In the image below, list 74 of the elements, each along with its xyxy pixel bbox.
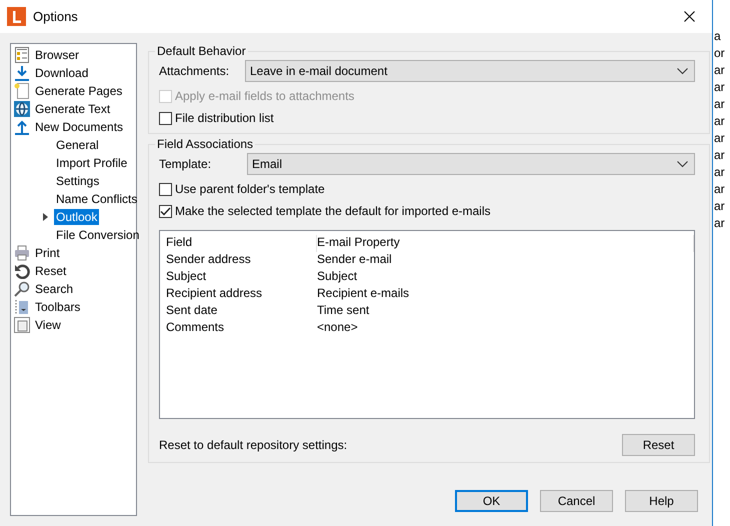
tree-item[interactable]: Name Conflicts (54, 191, 140, 207)
table-cell-text: Sent date (166, 303, 218, 319)
tree-item[interactable]: New Documents (33, 119, 126, 135)
dialog-button[interactable]: OK (455, 490, 528, 512)
tree-item[interactable]: Settings (54, 173, 102, 189)
table-cell-text: Recipient e-mails (317, 286, 410, 302)
table-cell-text: <none> (317, 320, 359, 336)
tree-item[interactable]: Import Profile (54, 155, 130, 171)
tree-item[interactable]: File Conversion (54, 227, 142, 243)
background-text: ar (714, 130, 726, 147)
column-header[interactable]: Field (166, 235, 317, 252)
field-label: Template: (159, 157, 212, 171)
dropdown[interactable]: Email (247, 153, 695, 175)
tree-item[interactable]: Reset (33, 263, 68, 279)
toolbar-icon (14, 299, 30, 315)
checkbox-label: Use parent folder's template (175, 182, 325, 196)
background-text: ar (714, 62, 726, 79)
table-cell-text: Sender address (166, 252, 252, 268)
view-icon (14, 317, 30, 333)
close-icon (684, 11, 694, 22)
checkbox-label: File distribution list (175, 111, 274, 125)
tree-item[interactable]: View (33, 317, 63, 333)
checkbox[interactable] (159, 182, 172, 196)
expand-arrow-icon[interactable] (43, 213, 48, 221)
tree-item[interactable]: Outlook (54, 209, 100, 225)
search-icon (14, 281, 30, 297)
background-text: ar (714, 113, 726, 130)
dialog-button[interactable]: Help (625, 490, 698, 512)
table-cell-text: Subject (166, 269, 208, 285)
checkbox-label: Apply e-mail fields to attachments (175, 89, 354, 103)
background-text: ar (714, 164, 726, 181)
tree-item[interactable]: Browser (33, 47, 82, 63)
app-logo-icon (7, 7, 26, 26)
tree-item[interactable]: Print (33, 245, 62, 261)
column-header[interactable]: E-mail Property (317, 235, 694, 252)
reset-label: Reset to default repository settings: (159, 438, 348, 452)
background-text: a (714, 28, 722, 45)
checkbox-label: Make the selected template the default for imported e-mails (175, 204, 490, 218)
chevron-down-icon (677, 68, 688, 74)
tree-item[interactable]: Download (33, 65, 90, 81)
tree-item[interactable]: Generate Text (33, 101, 112, 117)
background-text: ar (714, 79, 726, 96)
background-text: ar (714, 147, 726, 164)
dropdown[interactable]: Leave in e-mail document (245, 60, 695, 82)
tree-item[interactable]: General (54, 137, 101, 153)
upload-icon (14, 119, 30, 135)
reset-button[interactable]: Reset (622, 434, 695, 456)
window-title: Options (33, 9, 79, 24)
group-title: Field Associations (155, 137, 256, 151)
group-title: Default Behavior (155, 44, 248, 58)
undo-icon (14, 263, 30, 279)
checkbox[interactable] (159, 112, 172, 124)
globe-icon (14, 101, 30, 117)
field-label: Attachments: (159, 64, 230, 78)
background-text: ar (714, 181, 726, 198)
checkbox[interactable] (159, 204, 172, 218)
table-cell-text: Sender e-mail (317, 252, 393, 268)
table-cell-text: Subject (317, 269, 358, 285)
download-icon (14, 65, 30, 81)
background-text: ar (714, 215, 726, 232)
document-list-icon (14, 47, 30, 63)
chevron-down-icon (677, 160, 688, 168)
background-text: or (714, 45, 726, 62)
table-cell-text: Time sent (317, 303, 370, 319)
dialog-button[interactable]: Cancel (540, 490, 613, 512)
printer-icon (14, 245, 30, 261)
table-cell-text: Comments (166, 320, 226, 336)
background-text: ar (714, 198, 726, 215)
page-icon (14, 83, 30, 99)
tree-item[interactable]: Generate Pages (33, 83, 124, 99)
tree-item[interactable]: Toolbars (33, 299, 82, 315)
tree-item[interactable]: Search (33, 281, 76, 297)
table-cell-text: Recipient address (166, 286, 264, 302)
background-text: ar (714, 96, 726, 113)
